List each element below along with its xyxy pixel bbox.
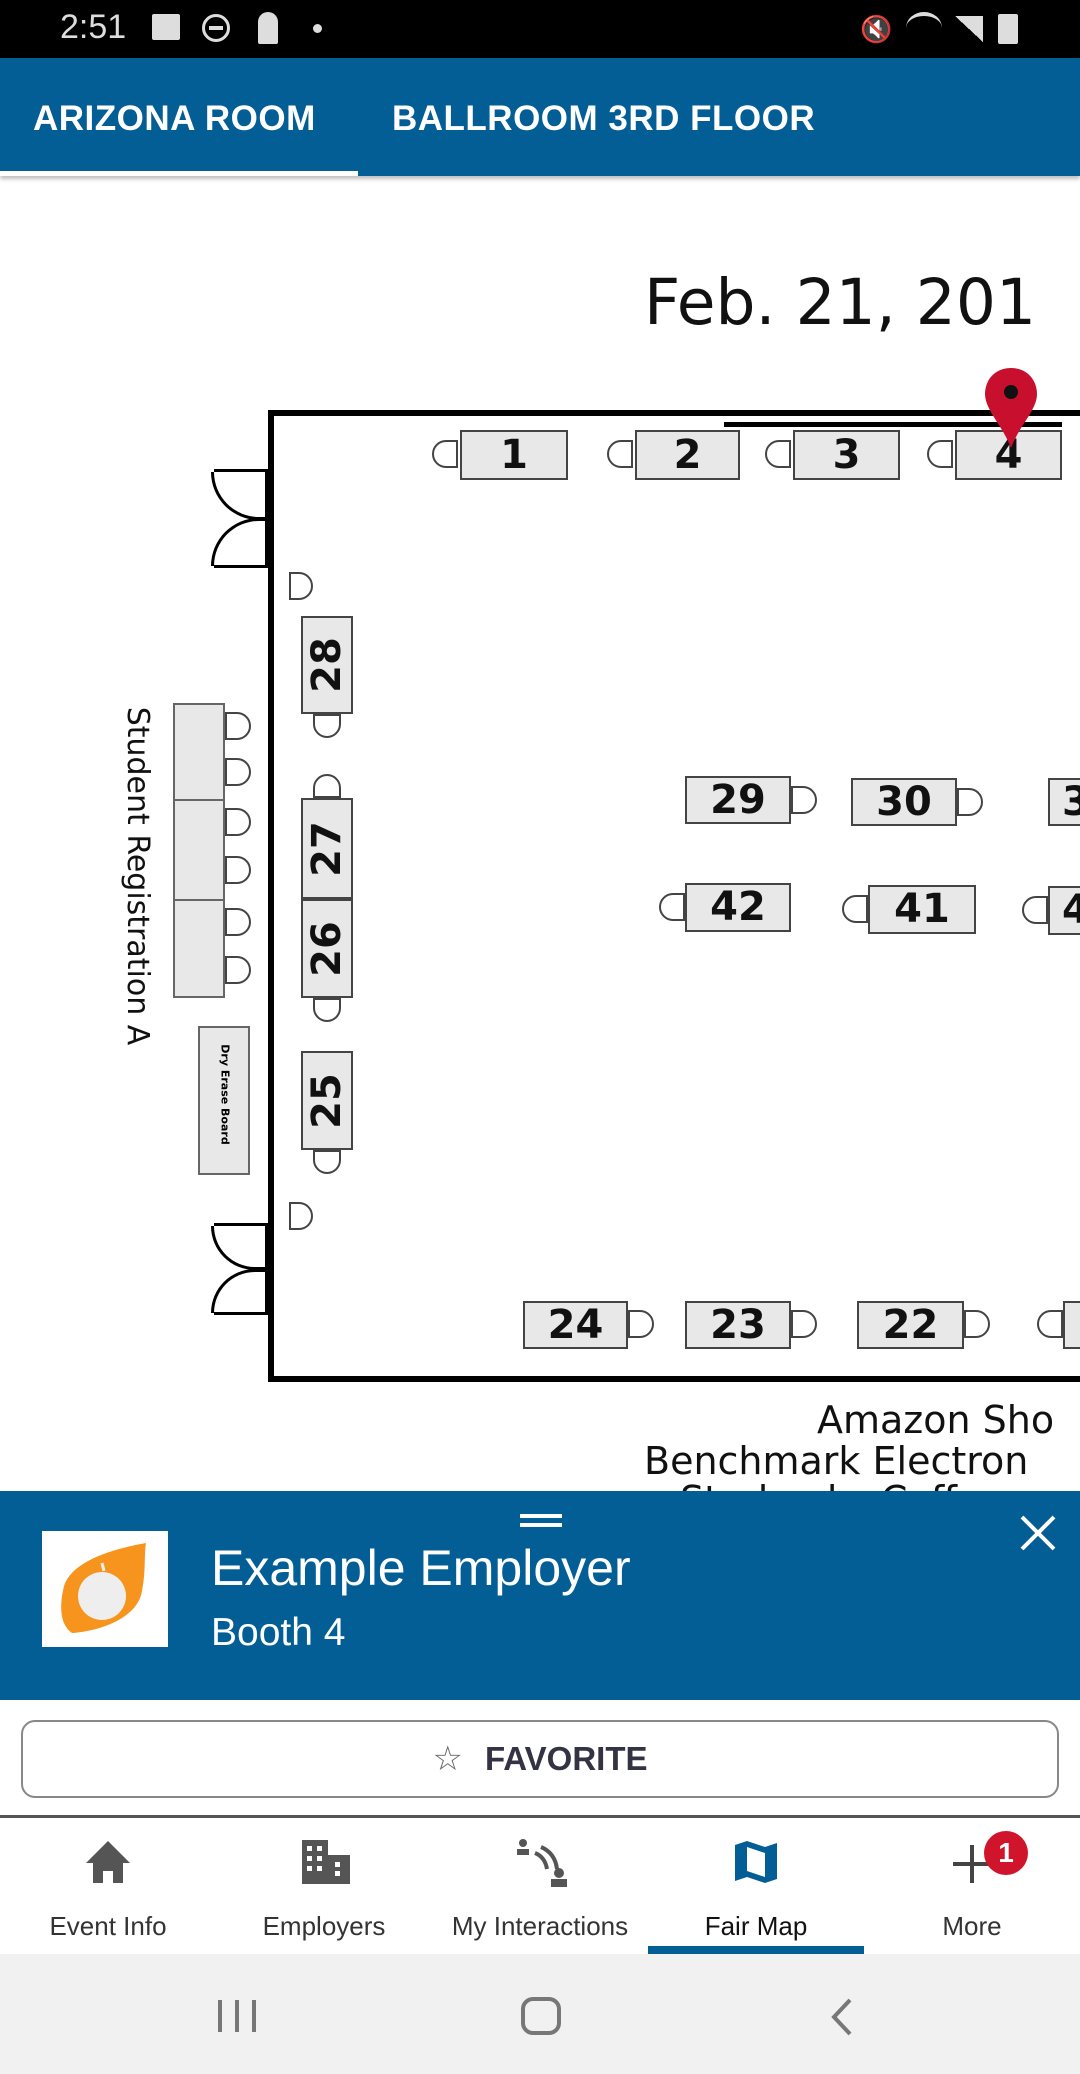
keyhole-icon <box>258 12 278 44</box>
nav-event-info[interactable]: Event Info <box>0 1819 216 1954</box>
booth-42[interactable]: 42 <box>685 883 791 932</box>
mute-icon: 🔇 <box>860 14 893 44</box>
fair-map[interactable]: Feb. 21, 201 1 2 3 4 28 27 26 25 Student… <box>0 176 1080 1491</box>
nav-more[interactable]: 1 More <box>864 1819 1080 1954</box>
booth-22[interactable]: 22 <box>857 1301 964 1349</box>
star-icon: ☆ <box>432 1740 463 1778</box>
nav-fair-map[interactable]: Fair Map <box>648 1819 864 1954</box>
drag-handle[interactable] <box>520 1514 562 1518</box>
map-label: Starbucks Coff <box>680 1478 957 1491</box>
registration-label: Student Registration A <box>120 706 155 1046</box>
booth-30[interactable]: 30 <box>851 778 957 826</box>
do-not-disturb-icon <box>202 14 230 42</box>
nav-employers[interactable]: Employers <box>216 1819 432 1954</box>
door <box>211 1223 268 1315</box>
booth-2[interactable]: 2 <box>635 430 740 480</box>
back-button[interactable] <box>826 1996 856 2038</box>
dot-icon <box>313 24 322 33</box>
map-label: Amazon Sho <box>817 1398 1055 1442</box>
signal-icon <box>955 16 983 42</box>
map-pin-icon <box>985 368 1037 448</box>
dry-erase-board: Dry Erase Board <box>198 1026 250 1175</box>
booth-26[interactable]: 26 <box>301 899 353 998</box>
tab-arizona-room[interactable]: ARIZONA ROOM <box>33 58 316 176</box>
status-bar: 2:51 🔇 <box>0 0 1080 58</box>
notification-badge: 1 <box>984 1831 1028 1875</box>
map-icon <box>735 1841 777 1883</box>
recents-button[interactable] <box>218 2000 256 2032</box>
home-icon <box>86 1841 130 1883</box>
bottom-nav: Event Info Employers My Interactions Fai… <box>0 1819 1080 1954</box>
booth-24[interactable]: 24 <box>523 1301 628 1349</box>
close-icon[interactable] <box>1018 1513 1058 1553</box>
employer-sheet: Example Employer Booth 4 <box>0 1491 1080 1700</box>
active-nav-indicator <box>648 1946 864 1954</box>
booth-40[interactable]: 4 <box>1048 886 1080 935</box>
booth-21[interactable] <box>1063 1301 1080 1349</box>
nav-my-interactions[interactable]: My Interactions <box>432 1819 648 1954</box>
status-time: 2:51 <box>60 8 127 46</box>
booth-28[interactable]: 28 <box>301 616 353 714</box>
booth-23[interactable]: 23 <box>685 1301 791 1349</box>
building-icon <box>302 1840 350 1884</box>
system-nav-bar <box>0 1954 1080 2074</box>
booth-27[interactable]: 27 <box>301 798 353 899</box>
room-tabs: ARIZONA ROOM BALLROOM 3RD FLOOR <box>0 58 1080 176</box>
map-title: Feb. 21, 201 <box>644 266 1037 339</box>
registration-tables <box>173 703 225 998</box>
booth-41[interactable]: 41 <box>868 885 976 934</box>
booth-31[interactable]: 3 <box>1048 778 1080 826</box>
favorite-label: FAVORITE <box>484 1740 648 1777</box>
booth-3[interactable]: 3 <box>793 430 900 480</box>
booth-number: Booth 4 <box>211 1611 346 1654</box>
interactions-icon <box>517 1839 567 1887</box>
employer-name: Example Employer <box>211 1540 631 1596</box>
booth-1[interactable]: 1 <box>460 430 568 480</box>
image-icon <box>152 14 180 40</box>
door <box>211 469 268 568</box>
wifi-icon <box>906 12 942 44</box>
favorite-button[interactable]: ☆ FAVORITE <box>21 1720 1059 1798</box>
map-label: Benchmark Electron <box>644 1439 1029 1483</box>
tab-ballroom-3rd-floor[interactable]: BALLROOM 3RD FLOOR <box>392 58 815 176</box>
booth-29[interactable]: 29 <box>685 776 791 824</box>
active-tab-indicator <box>0 171 358 176</box>
battery-icon <box>998 14 1018 44</box>
employer-logo <box>42 1531 168 1647</box>
home-button[interactable] <box>521 1997 561 2035</box>
booth-25[interactable]: 25 <box>301 1051 353 1150</box>
divider <box>0 1815 1080 1818</box>
